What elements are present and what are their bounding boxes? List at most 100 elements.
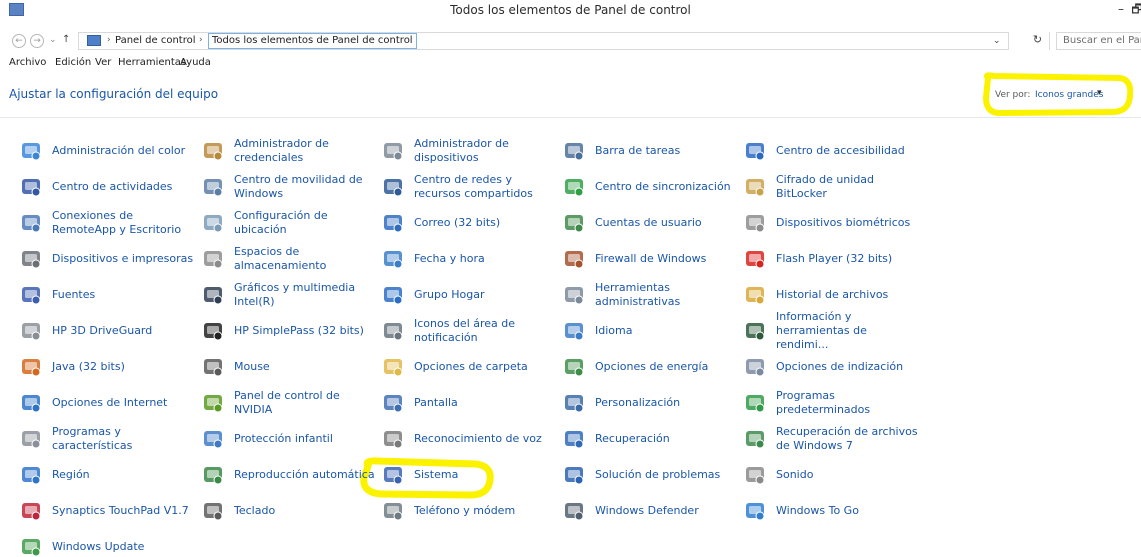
programs-features-icon: [19, 427, 43, 451]
autoplay-icon: [201, 463, 225, 487]
breadcrumb-separator[interactable]: ›: [199, 35, 203, 45]
control-panel-item[interactable]: Opciones de indización: [743, 349, 921, 385]
control-panel-item[interactable]: Centro de redes y recursos compartidos: [381, 169, 559, 205]
menu-archivo[interactable]: Archivo: [9, 57, 46, 68]
control-panel-item[interactable]: Reproducción automática: [201, 457, 379, 493]
back-button[interactable]: ←: [12, 34, 26, 48]
control-panel-item[interactable]: Correo (32 bits): [381, 205, 559, 241]
up-button[interactable]: ↑: [62, 34, 70, 45]
control-panel-item-label: Programas y características: [52, 425, 133, 452]
control-panel-item[interactable]: Región: [19, 457, 197, 493]
page-title: Ajustar la configuración del equipo: [9, 87, 219, 101]
control-panel-item[interactable]: Opciones de Internet: [19, 385, 197, 421]
hp-simplepass-icon: [201, 319, 225, 343]
control-panel-item-label: Herramientas administrativas: [595, 281, 681, 308]
address-dropdown-icon[interactable]: ⌄: [993, 36, 1001, 46]
control-panel-item[interactable]: Opciones de carpeta: [381, 349, 559, 385]
credential-manager-icon: [201, 139, 225, 163]
control-panel-item[interactable]: Windows Update: [19, 529, 197, 557]
control-panel-item[interactable]: Firewall de Windows: [562, 241, 740, 277]
menu-ayuda[interactable]: Ayuda: [180, 57, 211, 68]
control-panel-item[interactable]: Programas y características: [19, 421, 197, 457]
control-panel-item[interactable]: Iconos del área de notificación: [381, 313, 559, 349]
control-panel-item[interactable]: Centro de movilidad de Windows: [201, 169, 379, 205]
control-panel-item[interactable]: Protección infantil: [201, 421, 379, 457]
control-panel-item[interactable]: Mouse: [201, 349, 379, 385]
maximize-button[interactable]: 🗗: [1128, 1, 1141, 17]
control-panel-item-label: Gráficos y multimedia Intel(R): [234, 281, 356, 308]
control-panel-item[interactable]: Centro de accesibilidad: [743, 133, 921, 169]
windows-update-icon: [19, 535, 43, 557]
sync-center-icon: [562, 175, 586, 199]
control-panel-item[interactable]: Información y herramientas de rendimi...: [743, 310, 921, 351]
control-panel-item-label: Teclado: [234, 504, 276, 517]
control-panel-item[interactable]: Teléfono y módem: [381, 493, 559, 529]
control-panel-item[interactable]: Windows To Go: [743, 493, 921, 529]
control-panel-item[interactable]: Recuperación: [562, 421, 740, 457]
menu-edicion[interactable]: Edición: [55, 57, 91, 68]
control-panel-item[interactable]: Personalización: [562, 385, 740, 421]
control-panel-item[interactable]: Windows Defender: [562, 493, 740, 529]
control-panel-item[interactable]: Programas predeterminados: [743, 385, 921, 421]
control-panel-item[interactable]: Herramientas administrativas: [562, 277, 740, 313]
address-bar[interactable]: › Panel de control › Todos los elementos…: [78, 32, 1009, 50]
control-panel-item[interactable]: HP SimplePass (32 bits): [201, 313, 379, 349]
control-panel-item[interactable]: Sonido: [743, 457, 921, 493]
control-panel-item-label: Administración del color: [52, 144, 186, 157]
control-panel-item-label: Pantalla: [414, 396, 458, 409]
device-manager-icon: [381, 139, 405, 163]
control-panel-item[interactable]: Configuración de ubicación: [201, 205, 379, 241]
recent-locations-button[interactable]: ⌄: [49, 35, 57, 45]
control-panel-item[interactable]: Historial de archivos: [743, 277, 921, 313]
control-panel-item[interactable]: Barra de tareas: [562, 133, 740, 169]
view-by-dropdown[interactable]: Iconos grandes: [1035, 90, 1103, 100]
control-panel-item[interactable]: Fecha y hora: [381, 241, 559, 277]
forward-button[interactable]: →: [30, 34, 44, 48]
control-panel-item[interactable]: Espacios de almacenamiento: [201, 241, 379, 277]
control-panel-item[interactable]: Conexiones de RemoteApp y Escritorio: [19, 205, 197, 241]
breadcrumb-all-items[interactable]: Todos los elementos de Panel de control: [208, 33, 417, 49]
control-panel-item[interactable]: Pantalla: [381, 385, 559, 421]
search-input[interactable]: Buscar en el Pane...: [1056, 32, 1141, 50]
control-panel-item[interactable]: Recuperación de archivos de Windows 7: [743, 421, 921, 457]
control-panel-item-label: Cifrado de unidad BitLocker: [776, 173, 875, 200]
control-panel-item[interactable]: Reconocimiento de voz: [381, 421, 559, 457]
control-panel-item[interactable]: Fuentes: [19, 277, 197, 313]
microphone-icon: [381, 427, 405, 451]
control-panel-item[interactable]: Java (32 bits): [19, 349, 197, 385]
refresh-button[interactable]: ↻: [1026, 32, 1050, 50]
control-panel-item[interactable]: Idioma: [562, 313, 740, 349]
control-panel-item[interactable]: Centro de sincronización: [562, 169, 740, 205]
notification-area-icon: [381, 319, 405, 343]
control-panel-item[interactable]: Administración del color: [19, 133, 197, 169]
control-panel-item[interactable]: Dispositivos e impresoras: [19, 241, 197, 277]
nvidia-icon: [201, 391, 225, 415]
control-panel-item[interactable]: Opciones de energía: [562, 349, 740, 385]
control-panel-item[interactable]: Solución de problemas: [562, 457, 740, 493]
control-panel-item[interactable]: Synaptics TouchPad V1.7: [19, 493, 197, 529]
menu-ver[interactable]: Ver: [95, 57, 111, 68]
menu-herramientas[interactable]: Herramientas: [118, 57, 186, 68]
control-panel-item[interactable]: Flash Player (32 bits): [743, 241, 921, 277]
view-by-dropdown-arrow-icon[interactable]: ▾: [1097, 88, 1102, 98]
homegroup-icon: [381, 283, 405, 307]
control-panel-item[interactable]: Sistema: [381, 457, 559, 493]
control-panel-item[interactable]: Cuentas de usuario: [562, 205, 740, 241]
date-time-icon: [381, 247, 405, 271]
breadcrumb-separator[interactable]: ›: [107, 35, 111, 45]
control-panel-item[interactable]: HP 3D DriveGuard: [19, 313, 197, 349]
control-panel-item[interactable]: Administrador de dispositivos: [381, 133, 559, 169]
control-panel-item[interactable]: Panel de control de NVIDIA: [201, 385, 379, 421]
control-panel-item[interactable]: Grupo Hogar: [381, 277, 559, 313]
control-panel-item-label: Protección infantil: [234, 432, 333, 445]
control-panel-item-label: Windows Update: [52, 540, 145, 553]
control-panel-item[interactable]: Centro de actividades: [19, 169, 197, 205]
control-panel-item-label: Teléfono y módem: [414, 504, 516, 517]
breadcrumb-control-panel[interactable]: Panel de control: [115, 35, 196, 46]
control-panel-item[interactable]: Teclado: [201, 493, 379, 529]
control-panel-item[interactable]: Administrador de credenciales: [201, 133, 379, 169]
control-panel-item[interactable]: Cifrado de unidad BitLocker: [743, 169, 921, 205]
control-panel-item[interactable]: Dispositivos biométricos: [743, 205, 921, 241]
control-panel-item[interactable]: Gráficos y multimedia Intel(R): [201, 277, 379, 313]
default-programs-icon: [743, 391, 767, 415]
